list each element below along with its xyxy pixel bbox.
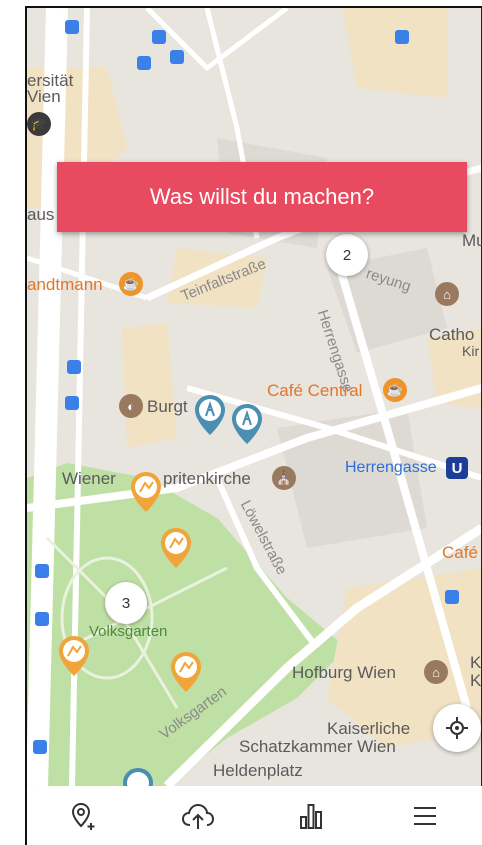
transit-stop-icon[interactable]	[35, 564, 49, 578]
activity-pin-blue[interactable]	[121, 766, 155, 786]
transit-stop-icon[interactable]	[65, 396, 79, 410]
map-label-kaiserliche: Kaiserliche	[327, 719, 411, 738]
map-label-university-city: Vien	[27, 87, 61, 106]
activity-pin-orange[interactable]	[129, 470, 163, 514]
map-view[interactable]: ersität Vien 🎓 aus Mus andtmann ☕ Teinfa…	[27, 8, 482, 786]
crosshair-icon	[446, 717, 468, 739]
app-screen: ersität Vien 🎓 aus Mus andtmann ☕ Teinfa…	[0, 0, 482, 845]
landmark-icon[interactable]: ⌂	[435, 282, 459, 306]
metro-station-icon[interactable]: U	[446, 457, 468, 479]
cloud-upload-icon	[181, 803, 214, 829]
transit-stop-icon[interactable]	[67, 360, 81, 374]
map-label-cafe-landtmann: andtmann	[27, 275, 103, 294]
what-do-you-want-button[interactable]: Was willst du machen?	[57, 162, 467, 232]
activity-pin-blue[interactable]	[193, 393, 227, 437]
activity-pin-orange[interactable]	[57, 634, 91, 678]
transit-stop-icon[interactable]	[395, 30, 409, 44]
map-label-burgtheater: Burgt	[147, 397, 188, 416]
map-label-schatzkammer: Schatzkammer Wien	[239, 737, 396, 756]
menu-icon	[414, 806, 437, 825]
map-label-herrengasse-station: Herrengasse	[345, 459, 437, 476]
map-label-hofburg: Hofburg Wien	[292, 663, 396, 682]
left-margin	[0, 0, 27, 845]
bar-chart-icon	[300, 803, 323, 829]
upload-button[interactable]	[168, 791, 228, 841]
map-label-catholic: Catho	[429, 325, 475, 344]
add-location-button[interactable]	[54, 791, 114, 841]
map-label-church: Kir	[462, 343, 480, 359]
transit-stop-icon[interactable]	[35, 612, 49, 626]
theater-icon[interactable]: ◐	[119, 394, 143, 418]
my-location-button[interactable]	[433, 704, 481, 752]
activity-pin-orange[interactable]	[159, 526, 193, 570]
map-label-k2: K	[470, 671, 482, 690]
map-label-heldenplatz: Heldenplatz	[213, 761, 303, 780]
church-icon[interactable]: ⛪	[272, 466, 296, 490]
activity-pin-orange[interactable]	[169, 650, 203, 694]
landmark-icon[interactable]: ⌂	[424, 660, 448, 684]
top-border	[25, 6, 482, 8]
map-label-volksgarten-park: Volksgarten	[89, 623, 168, 640]
map-base	[27, 8, 482, 786]
map-label-cafe: Café	[442, 543, 478, 562]
left-border	[25, 8, 27, 845]
school-icon[interactable]: 🎓	[27, 112, 51, 136]
transit-stop-icon[interactable]	[65, 20, 79, 34]
cluster-marker[interactable]: 3	[105, 582, 147, 624]
map-label-aus: aus	[27, 205, 55, 224]
transit-stop-icon[interactable]	[137, 56, 151, 70]
cafe-icon[interactable]: ☕	[383, 378, 407, 402]
map-label-k1: K	[470, 653, 482, 672]
add-location-icon	[71, 802, 95, 830]
map-label-museum: Mus	[462, 231, 482, 250]
cafe-icon[interactable]: ☕	[119, 272, 143, 296]
statistics-button[interactable]	[281, 791, 341, 841]
map-label-wiener: Wiener	[62, 469, 116, 488]
map-label-cafe-central: Café Central	[267, 381, 363, 400]
cluster-marker[interactable]: 2	[326, 234, 368, 276]
map-label-minoritenkirche: pritenkirche	[163, 469, 251, 488]
activity-pin-blue[interactable]	[230, 402, 264, 446]
transit-stop-icon[interactable]	[445, 590, 459, 604]
transit-stop-icon[interactable]	[33, 740, 47, 754]
bottom-navigation	[27, 786, 482, 845]
transit-stop-icon[interactable]	[152, 30, 166, 44]
transit-stop-icon[interactable]	[170, 50, 184, 64]
menu-button[interactable]	[395, 791, 455, 841]
